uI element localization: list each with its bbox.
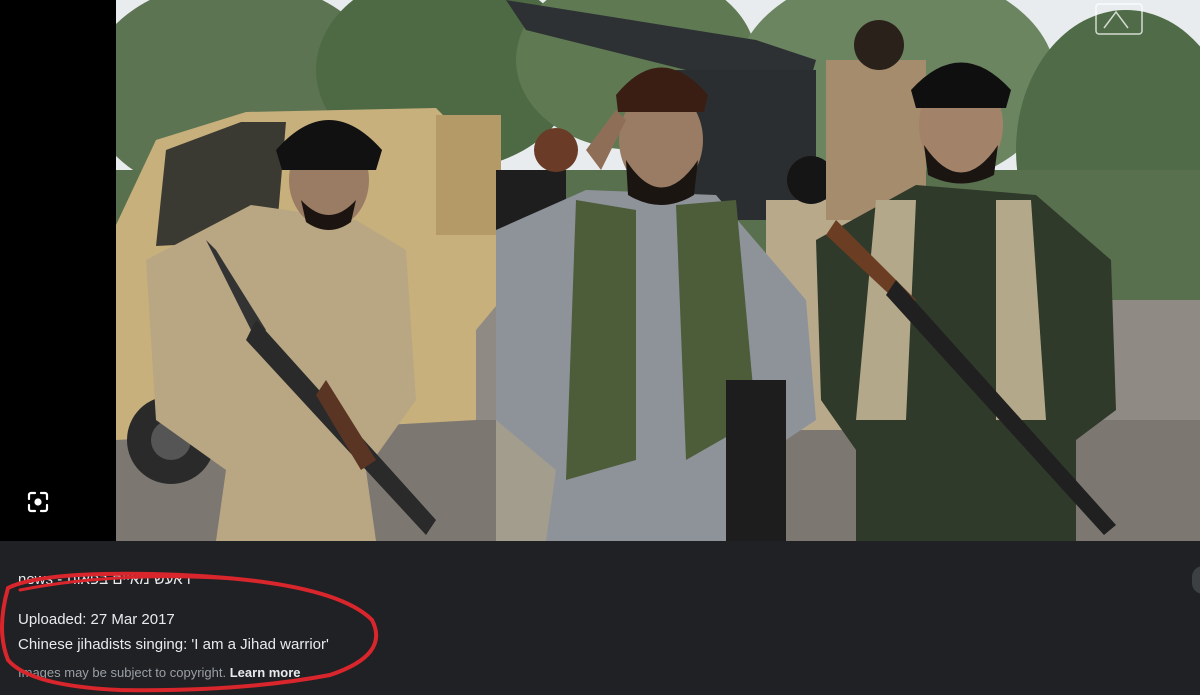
lens-scan-button[interactable] [26, 490, 50, 514]
upload-date: Uploaded: 27 Mar 2017 [18, 611, 175, 628]
main-photo[interactable] [116, 0, 1200, 541]
left-black-margin [0, 0, 116, 541]
lens-scan-icon [27, 491, 49, 513]
learn-more-link[interactable]: Learn more [230, 665, 301, 680]
image-caption: Chinese jihadists singing: 'I am a Jihad… [18, 636, 329, 653]
copyright-notice: Images may be subject to copyright. Lear… [18, 665, 301, 680]
photo-scene [116, 0, 1200, 541]
image-info-panel: ראעש מאיים בפאות - news Uploaded: 27 Mar… [0, 541, 1200, 695]
source-title-link[interactable]: ראעש מאיים בפאות - news [18, 571, 191, 588]
copyright-text: Images may be subject to copyright. [18, 665, 227, 680]
